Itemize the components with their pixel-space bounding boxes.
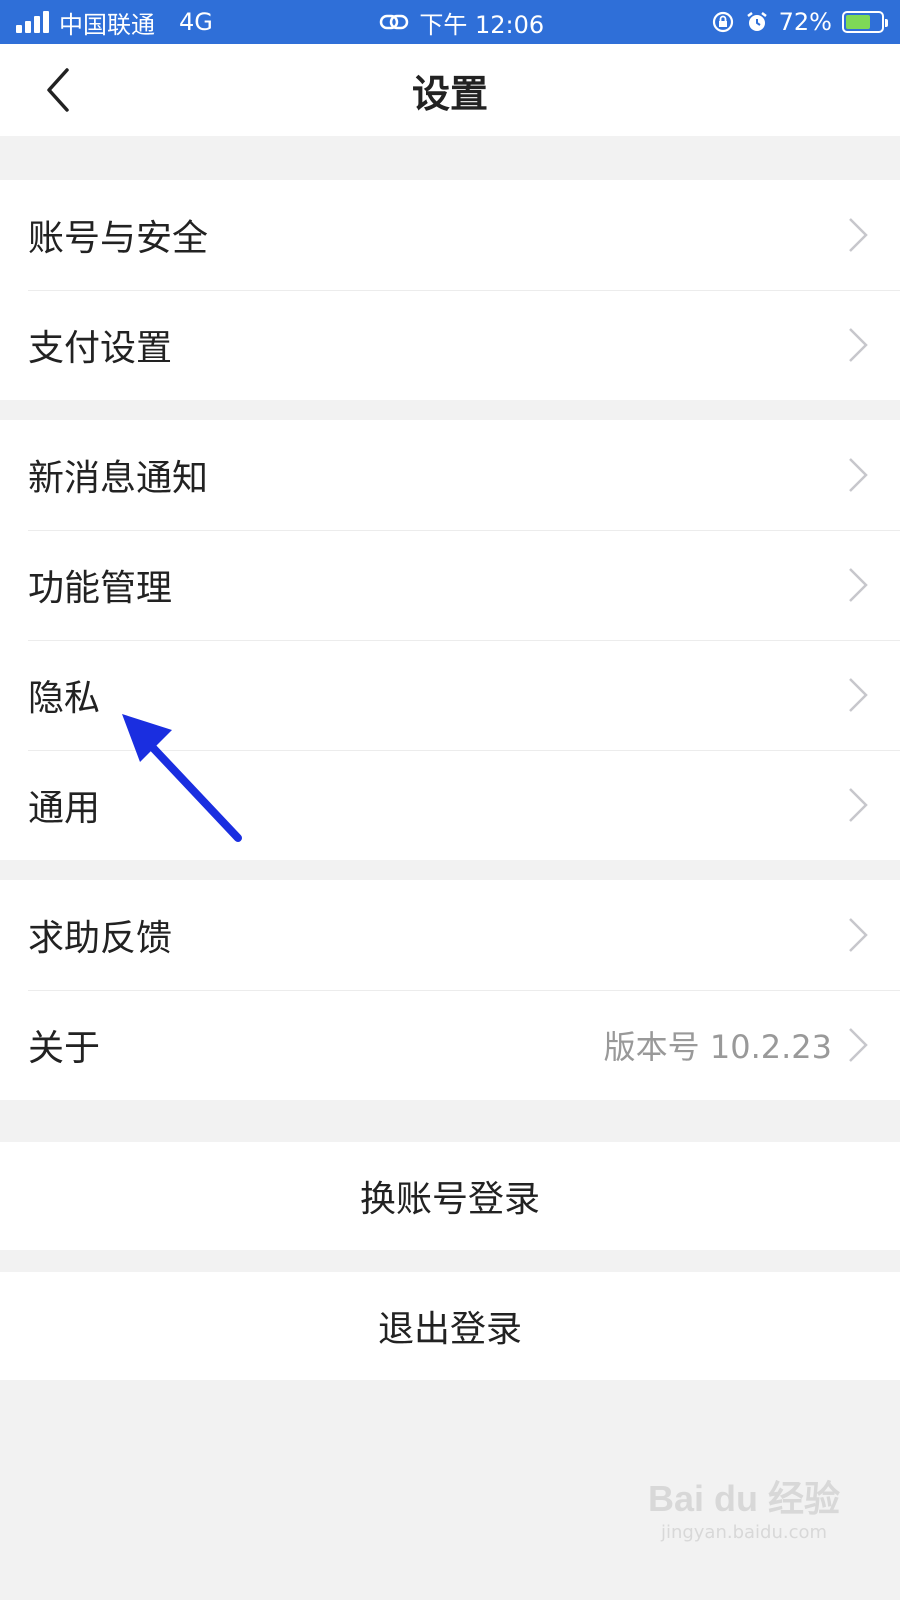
- back-button[interactable]: [30, 62, 86, 118]
- chevron-right-icon: [849, 328, 868, 362]
- settings-item-payment[interactable]: 支付设置: [0, 290, 900, 400]
- settings-item-label: 账号与安全: [28, 218, 209, 259]
- row-right: [846, 325, 870, 365]
- page-title: 设置: [411, 71, 488, 116]
- chevron-right-icon: [849, 918, 868, 952]
- settings-item-label: 隐私: [28, 678, 101, 719]
- version-number: 版本号 10.2.23: [603, 1028, 832, 1066]
- settings-item-label: 通用: [28, 788, 101, 829]
- carrier-name: 中国联通: [59, 10, 155, 39]
- chevron-right-icon: [849, 458, 868, 492]
- switch-account-button[interactable]: 换账号登录: [0, 1142, 900, 1250]
- settings-item-features[interactable]: 功能管理: [0, 530, 900, 640]
- settings-item-account-security[interactable]: 账号与安全: [0, 180, 900, 290]
- settings-item-label: 支付设置: [28, 328, 173, 369]
- annotation-arrow-icon: [122, 714, 242, 842]
- row-right: [846, 455, 870, 495]
- chevron-right-icon: [849, 788, 868, 822]
- settings-item-about[interactable]: 关于 版本号 10.2.23: [0, 990, 900, 1100]
- status-bar: 中国联通 4G 下午 12:06 72%: [0, 0, 900, 44]
- rotation-lock-icon: [712, 11, 733, 33]
- battery-fill: [845, 15, 871, 29]
- battery-icon: [841, 11, 888, 33]
- logout-label: 退出登录: [377, 1309, 522, 1350]
- row-right: [846, 565, 870, 605]
- clock: 下午 12:06: [419, 10, 545, 39]
- settings-group-help: 求助反馈 关于 版本号 10.2.23: [0, 880, 900, 1100]
- nav-bar: 设置: [0, 44, 900, 136]
- watermark-logo: Bai du 经验: [647, 1478, 840, 1519]
- settings-item-feedback[interactable]: 求助反馈: [0, 880, 900, 990]
- row-right: [846, 785, 870, 825]
- chevron-right-icon: [849, 678, 868, 712]
- settings-group-account: 账号与安全 支付设置: [0, 180, 900, 400]
- settings-item-label: 新消息通知: [28, 458, 209, 499]
- chevron-left-icon: [47, 68, 69, 112]
- status-left: 中国联通 4G: [16, 5, 213, 40]
- battery-percent: 72%: [778, 8, 832, 36]
- settings-item-notifications[interactable]: 新消息通知: [0, 420, 900, 530]
- network-type: 4G: [179, 8, 213, 36]
- chevron-right-icon: [849, 1028, 868, 1062]
- settings-item-label: 关于: [28, 1028, 101, 1069]
- switch-account-label: 换账号登录: [359, 1179, 540, 1220]
- row-right: [846, 215, 870, 255]
- chevron-right-icon: [849, 568, 868, 602]
- signal-icon: [16, 11, 49, 33]
- settings-item-label: 功能管理: [28, 568, 173, 609]
- row-right: 版本号 10.2.23: [604, 1022, 870, 1068]
- logout-button[interactable]: 退出登录: [0, 1272, 900, 1380]
- settings-item-label: 求助反馈: [28, 918, 173, 959]
- watermark-url: jingyan.baidu.com: [660, 1522, 828, 1543]
- link-icon: [380, 14, 409, 30]
- alarm-icon: [746, 12, 767, 31]
- status-right: 72%: [711, 8, 888, 36]
- status-center: 下午 12:06: [379, 5, 544, 40]
- chevron-right-icon: [849, 218, 868, 252]
- row-right: [846, 915, 870, 955]
- row-right: [846, 675, 870, 715]
- watermark: Bai du 经验 jingyan.baidu.com: [648, 1470, 840, 1543]
